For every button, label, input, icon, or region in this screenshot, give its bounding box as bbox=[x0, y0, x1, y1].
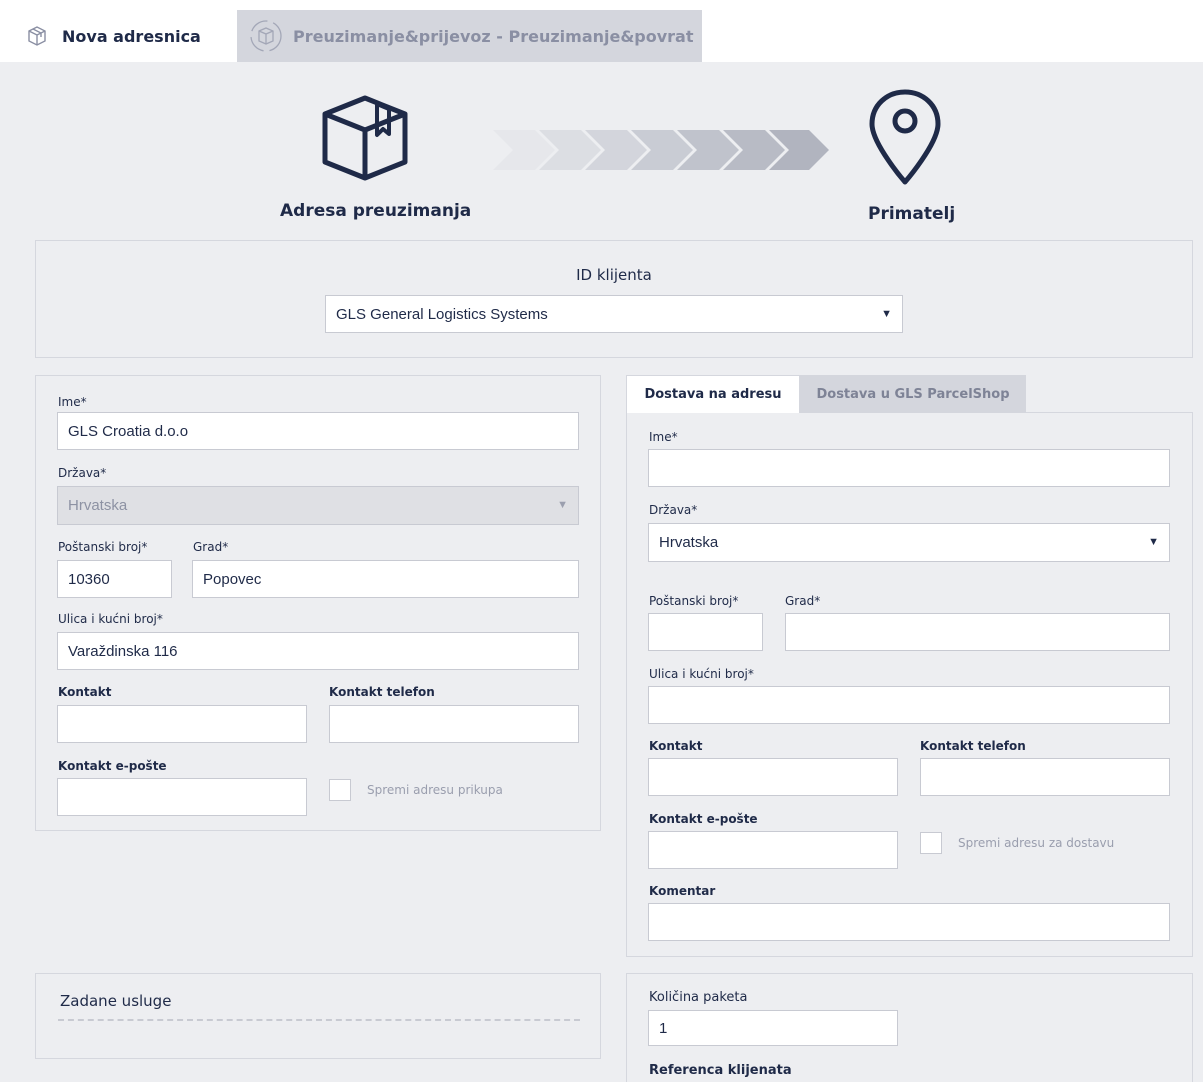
recipient-contact-label: Kontakt bbox=[649, 739, 703, 753]
save-pickup-label: Spremi adresu prikupa bbox=[367, 783, 503, 797]
recipient-comment-label: Komentar bbox=[649, 884, 716, 898]
pickup-street-value: Varaždinska 116 bbox=[68, 642, 178, 660]
tab-delivery-address[interactable]: Dostava na adresu bbox=[626, 375, 800, 413]
pickup-zip-input[interactable]: 10360 bbox=[57, 560, 172, 598]
chevron-down-icon: ▼ bbox=[881, 308, 892, 320]
pickup-street-input[interactable]: Varaždinska 116 bbox=[57, 632, 579, 670]
tab-delivery-address-label: Dostava na adresu bbox=[644, 387, 782, 402]
save-recipient-label: Spremi adresu za dostavu bbox=[958, 836, 1115, 850]
pickup-street-label: Ulica i kućni broj* bbox=[58, 612, 163, 626]
recipient-name-input[interactable] bbox=[648, 449, 1170, 487]
pickup-name-input[interactable]: GLS Croatia d.o.o bbox=[57, 412, 579, 450]
recipient-city-input[interactable] bbox=[785, 613, 1170, 651]
progress-arrows bbox=[493, 130, 829, 170]
tab-pickup-return-label: Preuzimanje&prijevoz - Preuzimanje&povra… bbox=[293, 26, 694, 46]
recipient-panel: Ime* Država* Hrvatska ▼ Poštanski broj* … bbox=[626, 412, 1193, 957]
recipient-contact-input[interactable] bbox=[648, 758, 898, 796]
pickup-country-value: Hrvatska bbox=[68, 497, 128, 514]
recipient-street-label: Ulica i kućni broj* bbox=[649, 667, 754, 681]
recipient-comment-input[interactable] bbox=[648, 903, 1170, 941]
pickup-city-value: Popovec bbox=[203, 570, 262, 588]
recipient-email-label: Kontakt e-pošte bbox=[649, 812, 758, 826]
main-content: Adresa preuzimanja Primatelj ID klijenta… bbox=[0, 62, 1203, 1082]
recipient-name-label: Ime* bbox=[649, 430, 678, 444]
recipient-email-input[interactable] bbox=[648, 831, 898, 869]
pickup-address-heading: Adresa preuzimanja bbox=[280, 201, 472, 221]
pickup-email-input[interactable] bbox=[57, 778, 307, 816]
tab-pickup-return[interactable]: Preuzimanje&prijevoz - Preuzimanje&povra… bbox=[237, 10, 702, 62]
package-cycle-icon bbox=[250, 20, 282, 52]
pickup-zip-value: 10360 bbox=[68, 570, 110, 588]
recipient-street-input[interactable] bbox=[648, 686, 1170, 724]
tab-new-waybill[interactable]: Nova adresnica bbox=[10, 10, 218, 62]
parcel-panel: Količina paketa 1 Referenca klijenata bbox=[626, 973, 1193, 1082]
tab-delivery-parcelshop-label: Dostava u GLS ParcelShop bbox=[816, 386, 1010, 402]
box-icon bbox=[322, 95, 408, 181]
pickup-contact-label: Kontakt bbox=[58, 685, 112, 699]
recipient-heading: Primatelj bbox=[868, 204, 956, 224]
pickup-phone-label: Kontakt telefon bbox=[329, 685, 435, 699]
divider bbox=[58, 1019, 580, 1021]
default-services-title: Zadane usluge bbox=[60, 992, 172, 1010]
pickup-contact-input[interactable] bbox=[57, 705, 307, 743]
client-reference-label: Referenca klijenata bbox=[649, 1063, 792, 1078]
tab-new-waybill-label: Nova adresnica bbox=[62, 26, 201, 46]
client-id-label: ID klijenta bbox=[576, 266, 652, 284]
pickup-address-panel: Ime* GLS Croatia d.o.o Država* Hrvatska … bbox=[35, 375, 601, 831]
location-pin-icon bbox=[869, 89, 941, 185]
chevron-down-icon: ▼ bbox=[1148, 536, 1159, 548]
client-id-select[interactable]: GLS General Logistics Systems ▼ bbox=[325, 295, 903, 333]
pickup-city-input[interactable]: Popovec bbox=[192, 560, 579, 598]
chevron-down-icon: ▼ bbox=[557, 499, 568, 511]
parcel-qty-label: Količina paketa bbox=[649, 990, 748, 1005]
pickup-country-label: Država* bbox=[58, 466, 107, 480]
pickup-country-select[interactable]: Hrvatska ▼ bbox=[57, 486, 579, 525]
save-recipient-checkbox[interactable] bbox=[920, 832, 942, 854]
tab-delivery-parcelshop[interactable]: Dostava u GLS ParcelShop bbox=[800, 375, 1026, 413]
pickup-name-label: Ime* bbox=[58, 395, 87, 409]
pickup-email-label: Kontakt e-pošte bbox=[58, 759, 167, 773]
recipient-phone-input[interactable] bbox=[920, 758, 1170, 796]
recipient-zip-input[interactable] bbox=[648, 613, 763, 651]
pickup-city-label: Grad* bbox=[193, 540, 229, 554]
pickup-phone-input[interactable] bbox=[329, 705, 579, 743]
save-pickup-checkbox[interactable] bbox=[329, 779, 351, 801]
pickup-zip-label: Poštanski broj* bbox=[58, 540, 148, 554]
parcel-qty-input[interactable]: 1 bbox=[648, 1010, 898, 1046]
recipient-country-select[interactable]: Hrvatska ▼ bbox=[648, 523, 1170, 562]
pickup-name-value: GLS Croatia d.o.o bbox=[68, 422, 189, 440]
recipient-city-label: Grad* bbox=[785, 594, 821, 608]
parcel-qty-value: 1 bbox=[659, 1019, 668, 1037]
recipient-country-value: Hrvatska bbox=[659, 534, 719, 551]
recipient-zip-label: Poštanski broj* bbox=[649, 594, 739, 608]
recipient-phone-label: Kontakt telefon bbox=[920, 739, 1026, 753]
client-id-panel: ID klijenta GLS General Logistics System… bbox=[35, 240, 1193, 358]
package-icon bbox=[28, 26, 46, 46]
recipient-country-label: Država* bbox=[649, 503, 698, 517]
client-id-value: GLS General Logistics Systems bbox=[336, 305, 548, 323]
default-services-panel: Zadane usluge bbox=[35, 973, 601, 1059]
top-tab-bar: Nova adresnica Preuzimanje&prijevoz - Pr… bbox=[0, 0, 1203, 62]
